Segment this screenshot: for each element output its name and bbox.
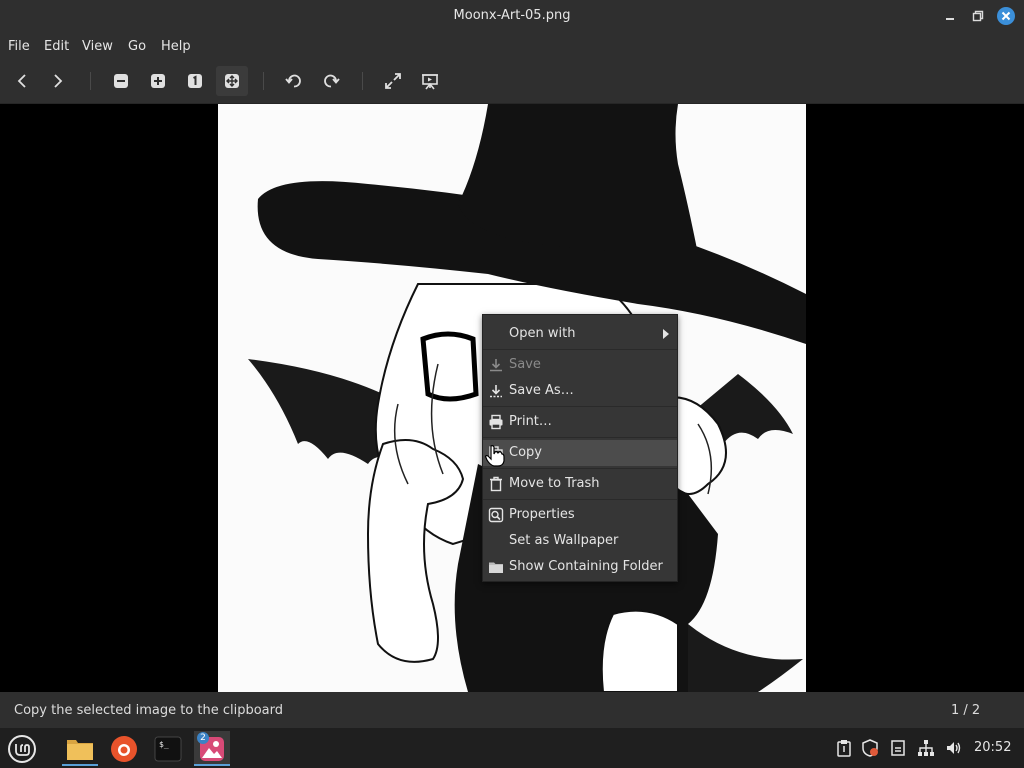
fullscreen-button[interactable] bbox=[377, 66, 409, 96]
zoom-in-button[interactable] bbox=[142, 66, 174, 96]
next-button[interactable] bbox=[42, 66, 74, 96]
status-bar: Copy the selected image to the clipboard… bbox=[0, 692, 1024, 728]
menu-item-label: Copy bbox=[509, 445, 542, 460]
menu-bar: File Edit View Go Help bbox=[0, 33, 1024, 60]
running-indicator bbox=[194, 764, 230, 766]
menu-item-label: Open with bbox=[509, 326, 576, 341]
toolbar-separator bbox=[263, 72, 264, 90]
slideshow-button[interactable] bbox=[414, 66, 446, 96]
minimize-icon bbox=[946, 18, 954, 20]
toolbar-separator bbox=[362, 72, 363, 90]
toolbar-separator bbox=[90, 72, 91, 90]
zoom-out-icon bbox=[114, 74, 128, 88]
taskbar: $_ 2 20:52 bbox=[0, 728, 1024, 768]
firefox-icon bbox=[111, 735, 137, 762]
close-button[interactable] bbox=[997, 7, 1015, 25]
next-icon bbox=[54, 74, 63, 88]
menu-item-label: Save As… bbox=[509, 383, 574, 398]
mint-menu-button[interactable] bbox=[4, 731, 40, 766]
submenu-arrow-icon bbox=[663, 329, 669, 339]
zoom-in-icon bbox=[151, 74, 165, 88]
menu-view[interactable]: View bbox=[82, 39, 113, 54]
menu-item-set-as-wallpaper[interactable]: Set as Wallpaper bbox=[483, 528, 677, 554]
status-message: Copy the selected image to the clipboard bbox=[14, 703, 284, 718]
menu-separator bbox=[483, 468, 677, 469]
network-icon[interactable] bbox=[917, 739, 935, 757]
hand-cursor-icon bbox=[484, 445, 505, 467]
running-indicator bbox=[62, 764, 98, 766]
menu-help[interactable]: Help bbox=[161, 39, 191, 54]
trash-icon bbox=[490, 476, 502, 492]
menu-item-label: Set as Wallpaper bbox=[509, 533, 619, 548]
menu-item-save-as[interactable]: Save As… bbox=[483, 378, 677, 404]
terminal-launcher[interactable]: $_ bbox=[150, 731, 186, 766]
menu-item-label: Properties bbox=[509, 507, 575, 522]
image-view[interactable]: Open with Save Save As… Print… Copy Move… bbox=[0, 104, 1024, 692]
menu-item-move-to-trash[interactable]: Move to Trash bbox=[483, 471, 677, 497]
menu-item-copy[interactable]: Copy bbox=[483, 440, 677, 466]
maximize-button[interactable] bbox=[969, 7, 987, 25]
menu-item-label: Print… bbox=[509, 414, 552, 429]
fullscreen-icon bbox=[385, 73, 401, 89]
update-shield-icon[interactable] bbox=[861, 739, 879, 757]
rotate-right-icon bbox=[324, 74, 340, 88]
volume-icon[interactable] bbox=[945, 739, 963, 757]
context-menu: Open with Save Save As… Print… Copy Move… bbox=[482, 314, 678, 582]
window-count-badge: 2 bbox=[197, 732, 209, 744]
notes-icon[interactable] bbox=[889, 739, 907, 757]
menu-file[interactable]: File bbox=[8, 39, 30, 54]
previous-button[interactable] bbox=[6, 66, 38, 96]
save-icon bbox=[490, 359, 502, 372]
menu-go[interactable]: Go bbox=[128, 39, 146, 54]
menu-item-label: Show Containing Folder bbox=[509, 559, 663, 574]
zoom-out-button[interactable] bbox=[105, 66, 137, 96]
folder-icon bbox=[489, 562, 503, 573]
svg-text:$_: $_ bbox=[159, 740, 169, 749]
rotate-left-icon bbox=[285, 74, 301, 88]
previous-icon bbox=[17, 74, 26, 88]
menu-separator bbox=[483, 499, 677, 500]
files-icon bbox=[67, 739, 93, 760]
menu-separator bbox=[483, 437, 677, 438]
save-as-icon bbox=[490, 385, 502, 398]
minimize-button[interactable] bbox=[941, 7, 959, 25]
zoom-normal-icon bbox=[188, 74, 202, 88]
zoom-normal-button[interactable] bbox=[179, 66, 211, 96]
menu-separator bbox=[483, 349, 677, 350]
rotate-right-button[interactable] bbox=[315, 66, 347, 96]
slideshow-icon bbox=[422, 74, 438, 90]
zoom-fit-button[interactable] bbox=[216, 66, 248, 96]
menu-item-open-with[interactable]: Open with bbox=[483, 321, 677, 347]
clipboard-icon[interactable] bbox=[835, 739, 853, 757]
firefox-launcher[interactable] bbox=[106, 731, 142, 766]
zoom-fit-icon bbox=[225, 74, 239, 88]
menu-item-label: Move to Trash bbox=[509, 476, 600, 491]
toolbar bbox=[0, 60, 1024, 104]
restore-icon bbox=[972, 10, 984, 22]
menu-item-show-containing-folder[interactable]: Show Containing Folder bbox=[483, 554, 677, 580]
menu-item-properties[interactable]: Properties bbox=[483, 502, 677, 528]
menu-item-save: Save bbox=[483, 352, 677, 378]
window-title: Moonx-Art-05.png bbox=[453, 8, 571, 23]
rotate-left-button[interactable] bbox=[278, 66, 310, 96]
print-icon bbox=[489, 414, 503, 430]
clock[interactable]: 20:52 bbox=[974, 740, 1011, 755]
close-icon bbox=[997, 7, 1015, 25]
mint-menu-icon bbox=[8, 734, 36, 763]
menu-item-print[interactable]: Print… bbox=[483, 409, 677, 435]
image-counter: 1 / 2 bbox=[951, 703, 981, 718]
files-launcher[interactable] bbox=[62, 731, 98, 766]
image-viewer-launcher[interactable]: 2 bbox=[194, 731, 230, 766]
menu-edit[interactable]: Edit bbox=[44, 39, 69, 54]
title-bar: Moonx-Art-05.png bbox=[0, 0, 1024, 33]
menu-separator bbox=[483, 406, 677, 407]
terminal-icon: $_ bbox=[154, 736, 182, 761]
properties-icon bbox=[488, 507, 504, 523]
menu-item-label: Save bbox=[509, 357, 541, 372]
